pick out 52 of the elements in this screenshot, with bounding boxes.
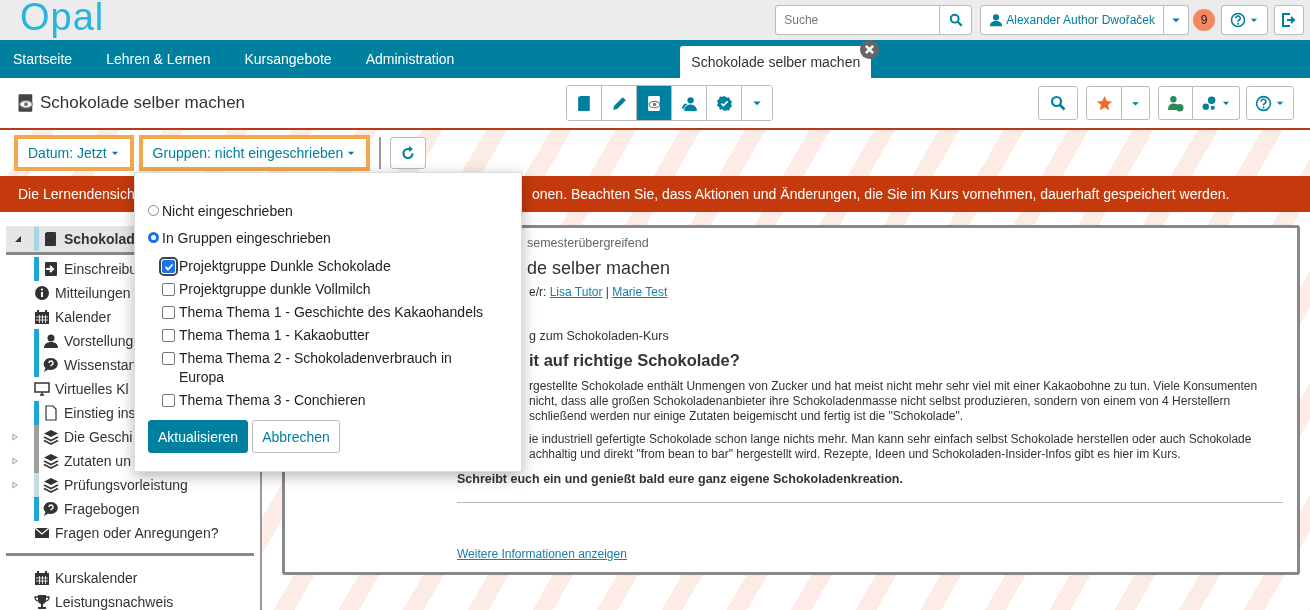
option-label[interactable]: In Gruppen eingeschrieben xyxy=(162,229,331,246)
card-heading: it auf richtige Schokolade? xyxy=(529,351,741,370)
nav-tab[interactable]: Administration xyxy=(353,40,467,78)
separator-text: | xyxy=(605,285,609,299)
nav-tab[interactable]: Lehren & Lernen xyxy=(94,40,223,78)
description-line: rgestellte Schokolade enthält Unmengen von Zucker und hat meist nicht mehr sehr viel mit einer Kakaobohne zu tun. Viele Konsumenten xyxy=(529,379,1259,394)
menu-item[interactable]: Kalender xyxy=(0,305,112,329)
tutors-label: e/r: xyxy=(529,285,547,299)
notice-text: onen. Beachten Sie, dass Aktionen und Änderungen, die Sie im Kurs vornehmen, dauerhaft gespeichert werden. xyxy=(532,186,1230,202)
nav-tab[interactable]: Schokolade selber machen xyxy=(680,46,872,78)
menu-item[interactable]: Fragebogen xyxy=(0,497,140,521)
semester-tag: semesterübergreifend xyxy=(527,236,1283,250)
group-label[interactable]: Projektgruppe dunkle Vollmilch xyxy=(179,280,371,299)
group-label[interactable]: Thema Thema 3 - Conchieren xyxy=(179,391,366,410)
more-info-link[interactable]: Weitere Informationen anzeigen xyxy=(457,547,627,561)
description-line: nicht, dass alle großen Schokoladenanbieter ihre Schokoladenmasse nicht selbst produzieren, sondern von einem von 4 Herstellern xyxy=(529,394,1232,409)
notification-badge[interactable]: 9 xyxy=(1193,9,1215,31)
description-line: ie industriell gefertigte Schokolade schon lange nichts mehr. Man kann sehr einfach selbst Schokolade herstellen oder auch Schokolade xyxy=(529,432,1253,447)
closing-text: Schreibt euch ein und genießt bald eure ganz eigene Schokoladenkreation. xyxy=(457,472,904,486)
update-button[interactable]: Aktualisieren xyxy=(148,420,249,453)
nav-tab[interactable]: Startseite xyxy=(1,40,85,78)
notice-text: Die Lernendensich xyxy=(18,186,134,202)
menu-item[interactable]: Vorstellung xyxy=(0,329,134,353)
menu-item[interactable]: Fragen oder Anregungen? xyxy=(0,521,219,545)
menu-item[interactable]: Kurskalender xyxy=(0,566,138,590)
menu-item[interactable]: Leistungsnachweis xyxy=(0,590,174,610)
filter-dropdown[interactable]: Gruppen: nicht eingeschrieben xyxy=(138,135,371,171)
menu-item[interactable]: Zutaten un xyxy=(0,449,131,473)
user-menu-button[interactable]: Alexander Author Dwořaček xyxy=(980,5,1164,35)
option-label[interactable]: Nicht eingeschrieben xyxy=(162,202,293,219)
search-field[interactable]: Suche xyxy=(775,5,941,35)
filter-dropdown[interactable]: Datum: Jetzt xyxy=(14,135,134,171)
menu-item[interactable]: Prüfungsvorleistung xyxy=(0,473,188,497)
course-title: Schokolade selber machen xyxy=(40,93,246,113)
group-label[interactable]: Thema Thema 1 - Geschichte des Kakaohandels xyxy=(179,303,484,322)
menu-item[interactable]: Virtuelles Kl xyxy=(0,377,129,401)
tutor-link[interactable]: Lisa Tutor xyxy=(549,285,603,299)
group-label[interactable]: Thema Thema 2 - Schokoladenverbrauch in Europa xyxy=(179,349,497,387)
card-title: de selber machen xyxy=(527,258,672,279)
cancel-button[interactable]: Abbrechen xyxy=(252,420,340,453)
description-line: achhaltig und direkt "from bean to bar" hergestellt wird. Rezepte, Ideen und Schokoladen-Insider-Infos gibt es hier im Kurs. xyxy=(529,447,1182,462)
group-label[interactable]: Projektgruppe Dunkle Schokolade xyxy=(179,257,391,276)
nav-tab[interactable]: Kursangebote xyxy=(232,40,344,78)
tutor-link[interactable]: Marie Test xyxy=(612,285,668,299)
menu-item[interactable]: Einschreibu xyxy=(0,257,138,281)
menu-item[interactable]: Schokolad xyxy=(6,226,135,255)
group-label[interactable]: Thema Thema 1 - Kakaobutter xyxy=(179,326,370,345)
card-subtitle: g zum Schokoladen-Kurs xyxy=(529,329,670,343)
menu-item[interactable]: Mitteilungen xyxy=(0,281,131,305)
menu-item[interactable]: Wissenstan xyxy=(0,353,137,377)
menu-item[interactable]: Die Geschi xyxy=(0,425,133,449)
description-line: schließend werden nur einige Zutaten beigemischt und fertig ist die "Schokolade". xyxy=(529,409,965,424)
